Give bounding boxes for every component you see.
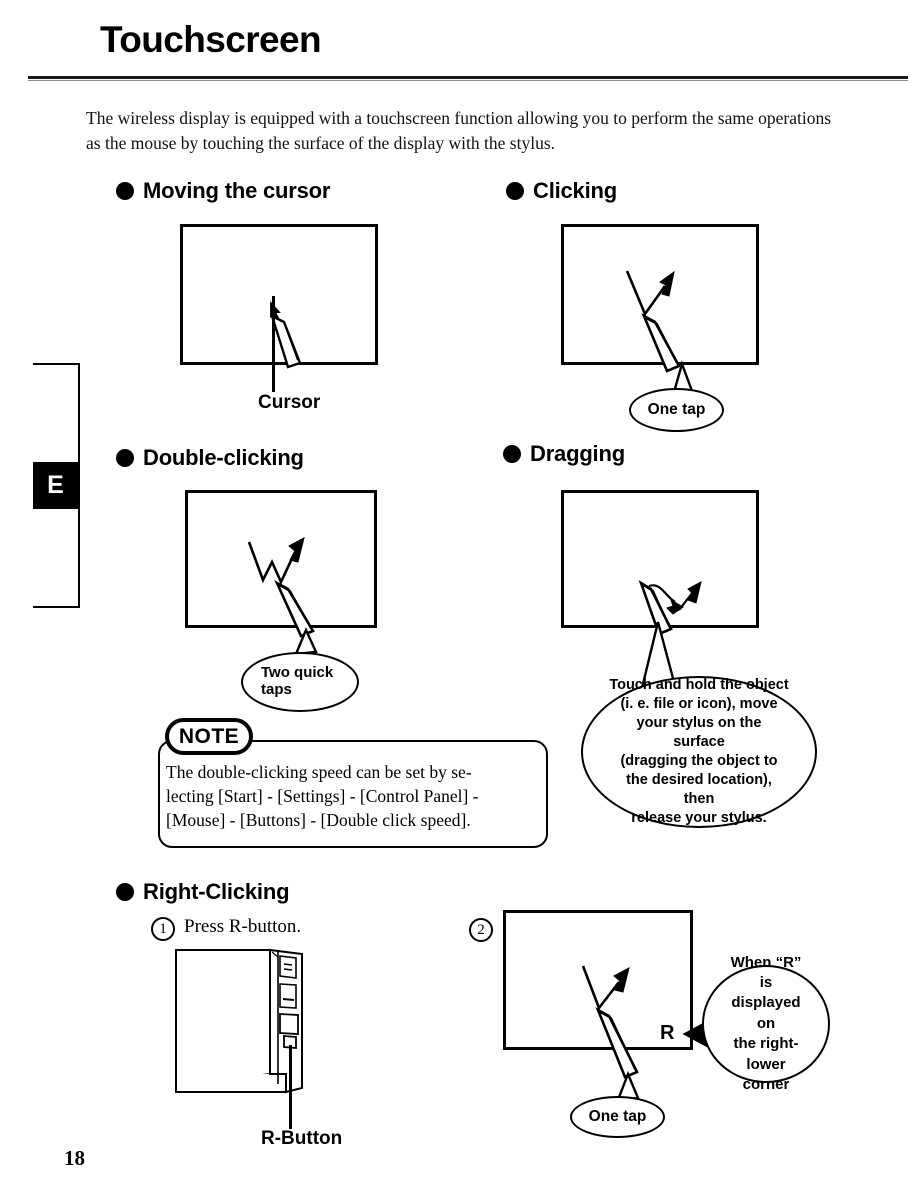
r-indicator-label: R — [660, 1022, 675, 1044]
note-text: The double-clicking speed can be set by … — [166, 760, 542, 832]
callout-label-line6: release your stylus. — [631, 810, 767, 827]
step-number-2: 2 — [469, 918, 493, 942]
bullet-dot-icon — [503, 445, 521, 463]
section-heading-clicking: Clicking — [506, 178, 617, 204]
r-button-leader-line — [289, 1045, 292, 1129]
title-rule — [28, 76, 908, 79]
section-heading-dragging: Dragging — [503, 441, 625, 467]
page-number: 18 — [64, 1146, 85, 1170]
callout-label-line1: Two quick — [261, 664, 334, 682]
device-illustration-r-button — [175, 948, 303, 1094]
callout-one-tap-right-clicking: One tap — [570, 1096, 665, 1138]
section-heading-label: Double-clicking — [143, 445, 304, 470]
note-callout: NOTE The double-clicking speed can be se… — [158, 718, 548, 848]
section-heading-double-clicking: Double-clicking — [116, 445, 304, 471]
callout-label-line1: Touch and hold the object — [609, 676, 789, 693]
section-heading-label: Clicking — [533, 178, 617, 203]
callout-label-line4: lower corner — [742, 1055, 790, 1093]
index-tab-stack: E — [33, 363, 80, 608]
section-heading-label: Dragging — [530, 441, 625, 466]
callout-label: One tap — [588, 1108, 647, 1125]
bullet-dot-icon — [506, 182, 524, 200]
index-tab-current: E — [33, 464, 80, 507]
note-line-3: [Mouse] - [Buttons] - [Double click spee… — [166, 810, 471, 830]
callout-label-line2: taps — [261, 681, 292, 698]
bullet-dot-icon — [116, 449, 134, 467]
step-number-1: 1 — [151, 917, 175, 941]
callout-label-line3: the right- — [733, 1035, 799, 1053]
callout-one-tap-clicking: One tap — [629, 388, 724, 432]
section-heading-label: Moving the cursor — [143, 178, 331, 203]
callout-label-line2: (i. e. file or icon), move — [620, 695, 778, 712]
callout-right-click-indicator: When “R” is displayed on the right- lowe… — [702, 954, 830, 1093]
section-heading-right-clicking: Right-Clicking — [116, 879, 290, 905]
bullet-dot-icon — [116, 182, 134, 200]
callout-label-line1: When “R” is — [730, 953, 802, 992]
section-heading-label: Right-Clicking — [143, 879, 290, 904]
note-line-1: The double-clicking speed can be set by … — [166, 762, 472, 782]
title-rule-secondary — [28, 80, 908, 81]
bullet-dot-icon — [116, 883, 134, 901]
intro-paragraph: The wireless display is equipped with a … — [86, 108, 832, 153]
callout-label-line5: the desired location), then — [626, 772, 772, 808]
r-button-caption: R-Button — [261, 1128, 343, 1149]
note-line-2: lecting [Start] - [Settings] - [Control … — [166, 786, 479, 806]
callout-dragging-instructions: Touch and hold the object (i. e. file or… — [581, 676, 817, 828]
manual-page: Touchscreen The wireless display is equi… — [0, 0, 918, 1188]
note-badge: NOTE — [165, 718, 253, 755]
cursor-caption: Cursor — [258, 392, 321, 413]
index-tab-below — [33, 507, 80, 608]
callout-label-line4: (dragging the object to — [620, 753, 778, 769]
page-title: Touchscreen — [100, 19, 322, 60]
cursor-leader-line — [272, 296, 275, 392]
step-1-text: Press R-button. — [184, 916, 302, 937]
callout-label-line3: your stylus on the surface — [636, 714, 762, 750]
callout-label-line2: displayed on — [731, 994, 801, 1032]
callout-two-quick-taps: Two quick taps — [241, 652, 359, 712]
index-tab-above — [33, 363, 80, 464]
callout-label: One tap — [647, 401, 706, 418]
section-heading-moving-cursor: Moving the cursor — [116, 178, 330, 204]
